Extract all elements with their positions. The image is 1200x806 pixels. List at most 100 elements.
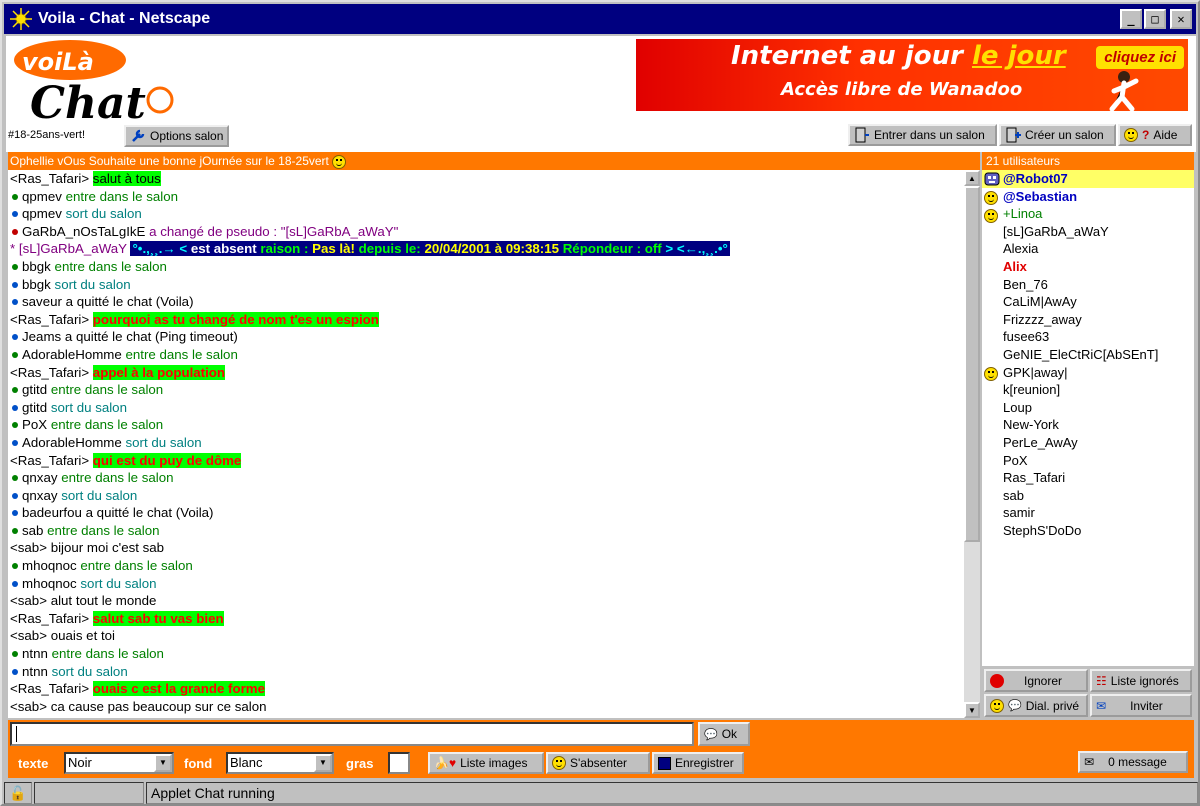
event-text: a quitté le chat (Voila) (85, 505, 214, 521)
event-nick[interactable]: AdorableHomme (22, 435, 122, 450)
event-nick[interactable]: AdorableHomme (22, 347, 122, 362)
bullet-icon (12, 580, 18, 587)
event-nick[interactable]: badeurfou (22, 505, 82, 520)
text-color-select[interactable]: Noir ▼ (64, 752, 174, 774)
close-button[interactable]: ✕ (1170, 9, 1192, 29)
event-nick[interactable]: PoX (22, 417, 47, 432)
user-list-item[interactable]: PoX (982, 452, 1194, 470)
user-list-item[interactable]: @Sebastian (982, 188, 1194, 206)
chat-nick[interactable]: <Ras_Tafari> (10, 365, 89, 380)
user-list-item[interactable]: GeNIE_EleCtRiC[AbSEnT] (982, 346, 1194, 364)
absent-nick[interactable]: * [sL]GaRbA_aWaY (10, 241, 127, 256)
chat-nick[interactable]: <sab> (10, 628, 47, 643)
event-nick[interactable]: qpmev (22, 189, 62, 204)
user-list-item[interactable]: GPK|away| (982, 364, 1194, 382)
scroll-down-arrow-icon[interactable]: ▼ (964, 702, 980, 718)
wanadoo-banner[interactable]: Internet au jour le jour Accès libre de … (636, 39, 1188, 111)
event-nick[interactable]: qnxay (22, 470, 57, 485)
user-list[interactable]: @Robot07 @Sebastian +Linoa [sL]GaRbA_aWaY Al… (982, 170, 1194, 666)
event-nick[interactable]: gtitd (22, 382, 47, 397)
chat-nick[interactable]: <Ras_Tafari> (10, 453, 89, 468)
images-list-button[interactable]: 🍌♥ Liste images (428, 752, 544, 774)
user-list-item[interactable]: sab (982, 487, 1194, 505)
chat-scrollbar[interactable]: ▲ ▼ (964, 170, 980, 718)
user-list-item[interactable]: StephS'DoDo (982, 522, 1194, 540)
event-nick[interactable]: bbgk (22, 277, 51, 292)
event-nick[interactable]: qnxay (22, 488, 57, 503)
user-list-item[interactable]: Alexia (982, 240, 1194, 258)
invite-button[interactable]: ✉ Inviter (1090, 694, 1192, 717)
user-list-item[interactable]: samir (982, 504, 1194, 522)
user-list-item[interactable]: Alix (982, 258, 1194, 276)
event-nick[interactable]: GaRbA_nOsTaLgIkE (22, 224, 145, 239)
text-color-label: texte (18, 756, 49, 771)
user-list-item[interactable]: @Robot07 (982, 170, 1194, 188)
user-list-item[interactable]: New-York (982, 416, 1194, 434)
chat-nick[interactable]: <sab> (10, 699, 47, 714)
help-button[interactable]: ? Aide (1118, 124, 1192, 146)
speech-bubble-icon: 💬 (1008, 700, 1022, 712)
create-room-button[interactable]: Créer un salon (999, 124, 1116, 146)
user-name: Ben_76 (1003, 276, 1048, 292)
door-add-icon (1005, 127, 1021, 143)
chat-log[interactable]: <Ras_Tafari> salut à tous qpmev entre dan… (8, 170, 964, 718)
security-lock-icon[interactable]: 🔓 (4, 782, 32, 804)
bullet-icon (12, 404, 18, 411)
event-nick[interactable]: bbgk (22, 259, 51, 274)
bold-checkbox[interactable] (388, 752, 410, 774)
chevron-down-icon[interactable]: ▼ (314, 754, 332, 772)
user-list-item[interactable]: PerLe_AwAy (982, 434, 1194, 452)
bullet-icon (12, 263, 18, 270)
send-ok-button[interactable]: 💬 Ok (698, 722, 750, 746)
event-nick[interactable]: ntnn (22, 664, 48, 679)
bg-color-select[interactable]: Blanc ▼ (226, 752, 334, 774)
stop-icon (990, 673, 1004, 688)
messages-button[interactable]: ✉ 0 message (1078, 751, 1188, 773)
chat-nick[interactable]: <sab> (10, 593, 47, 608)
user-name: PerLe_AwAy (1003, 434, 1078, 450)
banner-cta[interactable]: cliquez ici (1096, 46, 1184, 69)
door-icon (854, 127, 870, 143)
event-nick[interactable]: ntnn (22, 646, 48, 661)
chevron-down-icon[interactable]: ▼ (154, 754, 172, 772)
user-list-item[interactable]: Ben_76 (982, 276, 1194, 294)
maximize-button[interactable]: □ (1144, 9, 1166, 29)
chat-nick[interactable]: <Ras_Tafari> (10, 681, 89, 696)
user-list-item[interactable]: Loup (982, 399, 1194, 417)
chat-nick[interactable]: <sab> (10, 540, 47, 555)
chat-nick[interactable]: <Ras_Tafari> (10, 312, 89, 327)
scroll-up-arrow-icon[interactable]: ▲ (964, 170, 980, 186)
event-nick[interactable]: qpmev (22, 206, 62, 221)
user-list-item[interactable]: fusee63 (982, 328, 1194, 346)
chat-nick[interactable]: <Ras_Tafari> (10, 611, 89, 626)
ignore-button[interactable]: Ignorer (984, 669, 1088, 692)
user-list-item[interactable]: [sL]GaRbA_aWaY (982, 223, 1194, 241)
away-button[interactable]: S'absenter (546, 752, 650, 774)
window-title: Voila - Chat - Netscape (38, 10, 211, 27)
user-list-item[interactable]: Frizzzz_away (982, 311, 1194, 329)
chat-line: <sab> ca cause pas beaucoup sur ce salon (8, 698, 964, 716)
chat-message-input[interactable] (10, 722, 694, 746)
user-list-item[interactable]: CaLiM|AwAy (982, 293, 1194, 311)
event-nick[interactable]: gtitd (22, 400, 47, 415)
chat-line: sab entre dans le salon (8, 522, 964, 540)
save-button[interactable]: Enregistrer (652, 752, 744, 774)
user-list-item[interactable]: k[reunion] (982, 381, 1194, 399)
user-list-item[interactable]: +Linoa (982, 205, 1194, 223)
private-dial-button[interactable]: 💬 Dial. privé (984, 694, 1088, 717)
enter-room-button[interactable]: Entrer dans un salon (848, 124, 997, 146)
options-salon-button[interactable]: Options salon (124, 125, 230, 147)
event-nick[interactable]: mhoqnoc (22, 558, 77, 573)
event-nick[interactable]: saveur (22, 294, 62, 309)
ignored-list-button[interactable]: ☷ Liste ignorés (1090, 669, 1192, 692)
event-nick[interactable]: Jeams (22, 329, 61, 344)
scroll-thumb[interactable] (964, 186, 980, 542)
event-nick[interactable]: sab (22, 523, 43, 538)
bullet-icon (12, 563, 18, 570)
user-list-item[interactable]: Ras_Tafari (982, 469, 1194, 487)
ignored-list-label: Liste ignorés (1110, 673, 1179, 688)
event-nick[interactable]: mhoqnoc (22, 576, 77, 591)
chat-nick[interactable]: <Ras_Tafari> (10, 171, 89, 186)
images-list-label: Liste images (460, 756, 528, 770)
minimize-button[interactable]: _ (1120, 9, 1142, 29)
